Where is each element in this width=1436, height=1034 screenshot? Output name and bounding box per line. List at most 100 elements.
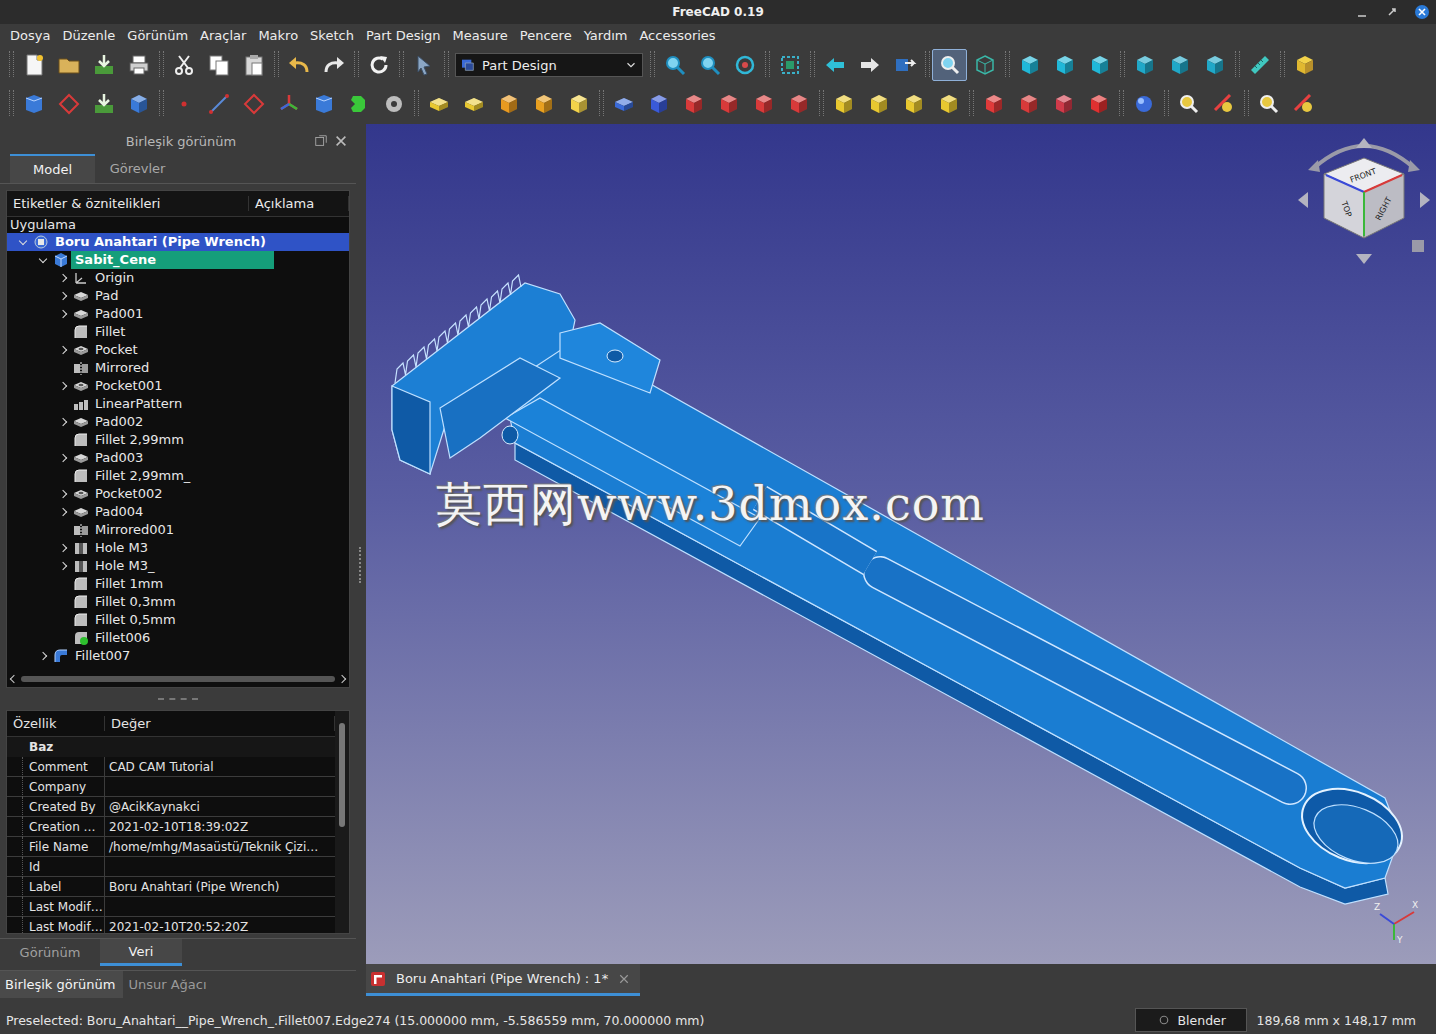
wrench-model[interactable] xyxy=(366,124,1436,964)
scrollbar-thumb[interactable] xyxy=(21,676,335,682)
sync-view-icon[interactable] xyxy=(887,49,922,81)
shape-binder-icon[interactable] xyxy=(306,88,341,120)
tree-item-label[interactable]: Hole M3_ xyxy=(91,557,158,575)
hole-icon[interactable] xyxy=(641,88,676,120)
expand-arrow-icon[interactable] xyxy=(53,305,73,323)
tree-item[interactable]: Fillet007 xyxy=(7,647,349,665)
expand-arrow-icon[interactable] xyxy=(53,611,73,629)
tree-item-label[interactable]: Fillet007 xyxy=(71,647,134,665)
view-menu-icon[interactable] xyxy=(932,49,967,81)
expand-arrow-icon[interactable] xyxy=(53,485,73,503)
splitter[interactable] xyxy=(0,688,356,710)
tree-item[interactable]: Hole M3 xyxy=(7,539,349,557)
menu-item[interactable]: Measure xyxy=(447,28,514,43)
subtractive-pipe-icon[interactable] xyxy=(746,88,781,120)
redo-icon[interactable] xyxy=(316,49,351,81)
right-view-icon[interactable] xyxy=(1082,49,1117,81)
tree-item-label[interactable]: Pocket002 xyxy=(91,485,166,503)
tree-item-label[interactable]: Fillet006 xyxy=(91,629,154,647)
tree-item[interactable]: Fillet006 xyxy=(7,629,349,647)
property-row[interactable]: CommentCAD CAM Tutorial xyxy=(7,757,335,777)
navigation-cube[interactable]: FRONTTOPRIGHT xyxy=(1294,128,1434,268)
tree-item[interactable]: Fillet 2,99mm_ xyxy=(7,467,349,485)
tab[interactable]: Görevler xyxy=(95,154,180,183)
isometric-view-icon[interactable] xyxy=(967,49,1002,81)
sketch-icon[interactable] xyxy=(51,88,86,120)
tree-item-label[interactable]: Fillet 0,5mm xyxy=(91,611,180,629)
tree-item-label[interactable]: Fillet 1mm xyxy=(91,575,167,593)
close-tab-icon[interactable] xyxy=(618,973,630,985)
save-icon[interactable] xyxy=(86,49,121,81)
front-view-icon[interactable] xyxy=(1012,49,1047,81)
pocket-icon[interactable] xyxy=(606,88,641,120)
expand-arrow-icon[interactable] xyxy=(53,467,73,485)
expand-arrow-icon[interactable] xyxy=(53,359,73,377)
property-row[interactable]: Creation …2021-02-10T18:39:02Z xyxy=(7,817,335,837)
column-header[interactable]: Etiketler & öznitelikleri xyxy=(7,196,249,211)
property-group[interactable]: Baz xyxy=(7,737,335,757)
boolean-icon[interactable] xyxy=(1126,88,1161,120)
menu-item[interactable]: Pencere xyxy=(514,28,578,43)
measure-refresh-icon[interactable] xyxy=(1251,88,1286,120)
expand-arrow-icon[interactable] xyxy=(53,323,73,341)
tab[interactable]: Görünüm xyxy=(0,939,100,966)
thickness-icon[interactable] xyxy=(1081,88,1116,120)
tree-item[interactable]: Fillet 0,3mm xyxy=(7,593,349,611)
property-value[interactable] xyxy=(105,897,335,917)
tree-item[interactable]: Mirrored001 xyxy=(7,521,349,539)
tree-item[interactable]: Fillet 2,99mm xyxy=(7,431,349,449)
additive-loft-icon[interactable] xyxy=(491,88,526,120)
menu-item[interactable]: Sketch xyxy=(304,28,360,43)
maximize-icon[interactable] xyxy=(1384,4,1400,20)
subshape-binder-icon[interactable] xyxy=(341,88,376,120)
expand-arrow-icon[interactable] xyxy=(53,539,73,557)
revolution-icon[interactable] xyxy=(456,88,491,120)
expand-arrow-icon[interactable] xyxy=(53,395,73,413)
paste-icon[interactable] xyxy=(236,49,271,81)
expand-arrow-icon[interactable] xyxy=(53,521,73,539)
tree-item[interactable]: Origin xyxy=(7,269,349,287)
cut-icon[interactable] xyxy=(166,49,201,81)
expand-arrow-icon[interactable] xyxy=(53,575,73,593)
menu-item[interactable]: Yardım xyxy=(578,28,634,43)
tree-item-label[interactable]: Mirrored xyxy=(91,359,153,377)
left-view-icon[interactable] xyxy=(1197,49,1232,81)
workbench-label[interactable]: Part Design xyxy=(482,58,618,73)
tab[interactable]: Model xyxy=(10,154,95,183)
expand-arrow-icon[interactable] xyxy=(13,233,33,251)
tree-item[interactable]: Pad003 xyxy=(7,449,349,467)
column-header[interactable]: Özellik xyxy=(7,716,105,731)
navigation-style-label[interactable]: Blender xyxy=(1178,1013,1226,1028)
linear-pattern-icon[interactable] xyxy=(861,88,896,120)
clone-icon[interactable] xyxy=(121,88,156,120)
tree-item-label[interactable]: Pad xyxy=(91,287,122,305)
new-file-icon[interactable] xyxy=(16,49,51,81)
tree-item-label[interactable]: Pad002 xyxy=(91,413,147,431)
expand-arrow-icon[interactable] xyxy=(53,413,73,431)
tree-item[interactable]: Pad004 xyxy=(7,503,349,521)
clone-body-icon[interactable] xyxy=(376,88,411,120)
tree-item-label[interactable]: Fillet 0,3mm xyxy=(91,593,180,611)
fit-selection-icon[interactable] xyxy=(692,49,727,81)
tree-item[interactable]: Mirrored xyxy=(7,359,349,377)
copy-icon[interactable] xyxy=(201,49,236,81)
tree-item[interactable]: Fillet xyxy=(7,323,349,341)
subtractive-loft-icon[interactable] xyxy=(711,88,746,120)
property-row[interactable]: Id xyxy=(7,857,335,877)
tree-item[interactable]: Fillet 0,5mm xyxy=(7,611,349,629)
pad-icon[interactable] xyxy=(421,88,456,120)
tree-item[interactable]: Boru Anahtari (Pipe Wrench) xyxy=(7,233,349,251)
expand-arrow-icon[interactable] xyxy=(53,449,73,467)
property-value[interactable]: CAD CAM Tutorial xyxy=(105,757,335,777)
import-icon[interactable] xyxy=(86,88,121,120)
menu-item[interactable]: Makro xyxy=(252,28,304,43)
additive-pipe-icon[interactable] xyxy=(526,88,561,120)
cube-face-label[interactable]: TOP xyxy=(1339,199,1353,218)
property-row[interactable]: File Name/home/mhg/Masaüstü/Teknik Çizi… xyxy=(7,837,335,857)
menu-item[interactable]: Part Design xyxy=(360,28,447,43)
menu-item[interactable]: Düzenle xyxy=(56,28,121,43)
panel-splitter[interactable] xyxy=(356,124,366,1006)
groove-icon[interactable] xyxy=(676,88,711,120)
scroll-left-icon[interactable] xyxy=(10,675,18,683)
tree-item[interactable]: Pocket xyxy=(7,341,349,359)
